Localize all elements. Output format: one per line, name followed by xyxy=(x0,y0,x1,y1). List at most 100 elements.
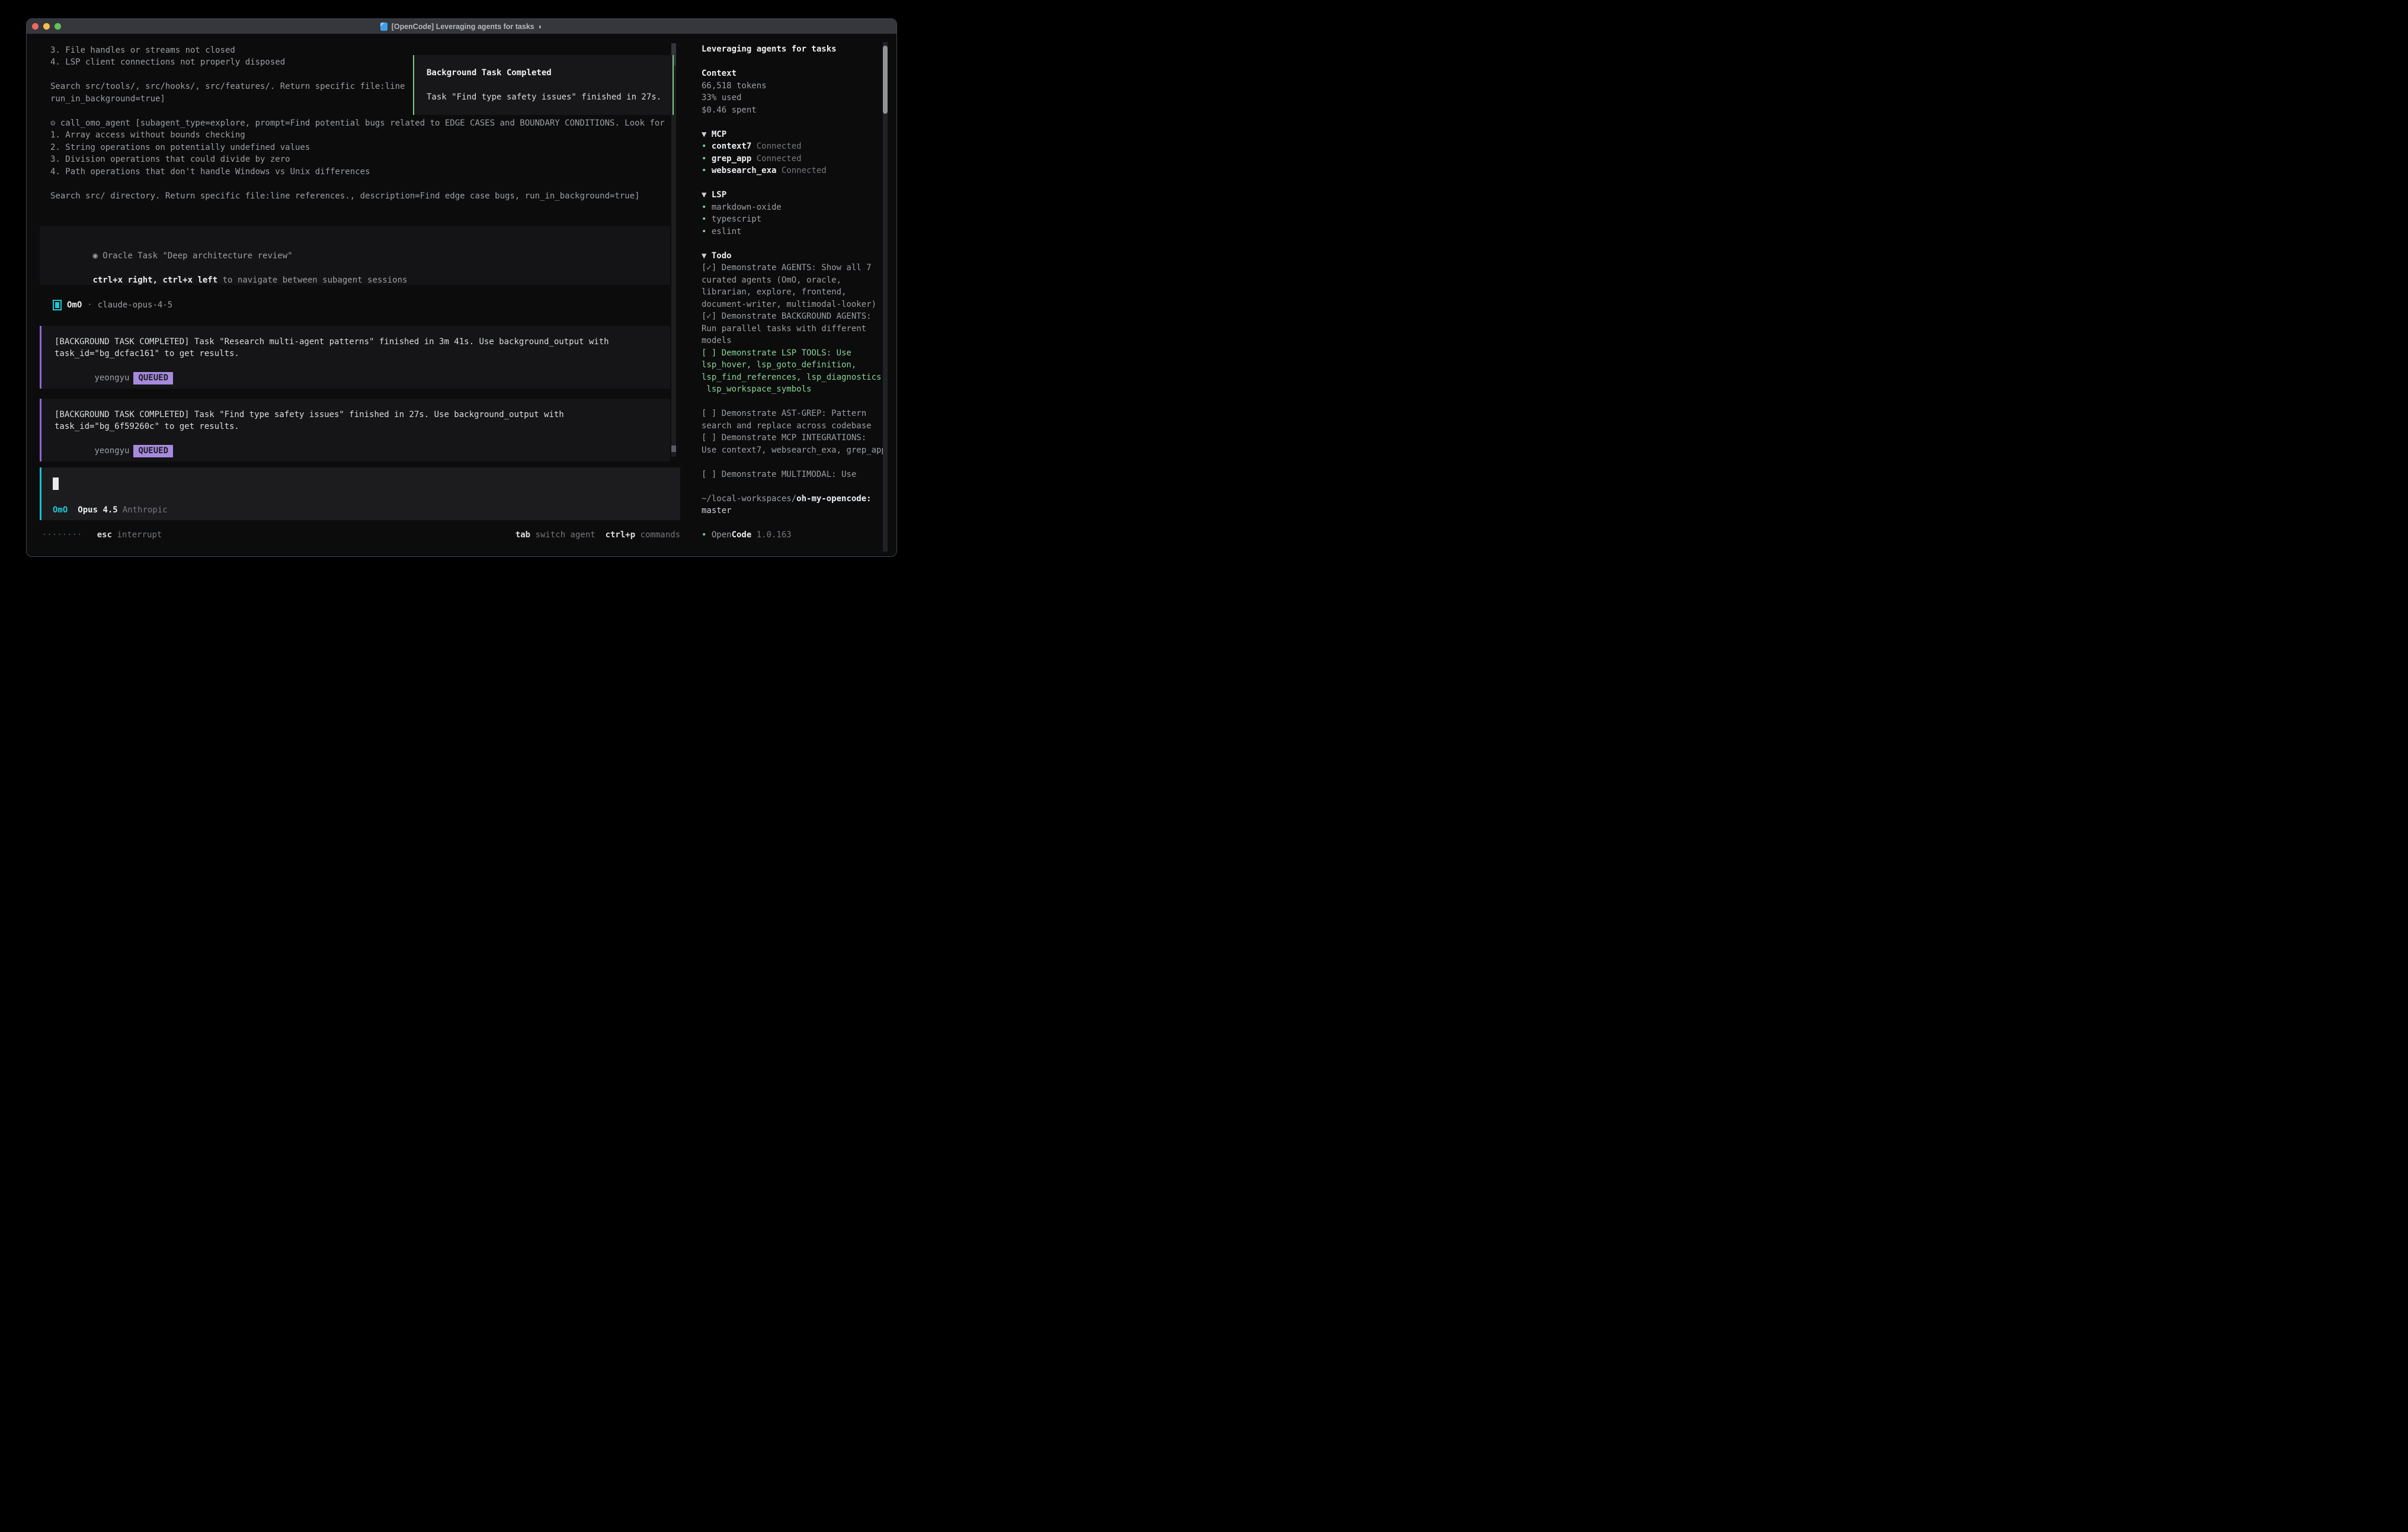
input-footer: OmO Opus 4.5 Anthropic xyxy=(53,504,680,517)
sidebar-scrollbar-thumb[interactable] xyxy=(883,46,888,114)
esc-key-label: interrupt xyxy=(112,530,162,540)
main-scrollbar-thumb[interactable] xyxy=(671,446,676,452)
sidebar-line: • typescript xyxy=(702,213,889,226)
sidebar-line: [ ] Demonstrate MCP INTEGRATIONS: xyxy=(702,432,889,444)
output-line: 1. Array access without bounds checking xyxy=(50,129,665,142)
user-label: yeongyu xyxy=(94,446,129,456)
sidebar-line: 33% used xyxy=(702,92,889,104)
oracle-task-label: Oracle Task "Deep architecture review" xyxy=(98,251,293,261)
output-line: 3. Division operations that could divide… xyxy=(50,153,665,166)
sidebar-line: • eslint xyxy=(702,226,889,238)
traffic-lights xyxy=(32,19,61,34)
app-window: [OpenCode] Leveraging agents for tasks ◐… xyxy=(26,18,897,557)
output-line: 2. String operations on potentially unde… xyxy=(50,142,665,154)
sidebar-line: search and replace across codebase xyxy=(702,420,889,432)
sidebar-line xyxy=(702,517,889,530)
ctrlp-key-hint: ctrl+p xyxy=(606,530,636,540)
terminal-content: 3. File handles or streams not closed 4. … xyxy=(27,34,896,556)
sidebar-line: [✓] Demonstrate AGENTS: Show all 7 xyxy=(702,262,889,274)
agent-name: OmO xyxy=(67,300,82,310)
separator-dot: · xyxy=(87,300,92,310)
task-message-line2: task_id="bg_dcfac161" to get results. xyxy=(55,348,670,360)
agent-model: claude-opus-4-5 xyxy=(98,300,172,310)
sidebar-line: Run parallel tasks with different xyxy=(702,323,889,335)
agent-session-header: OmO · claude-opus-4-5 xyxy=(53,299,172,311)
document-icon xyxy=(380,23,388,31)
oracle-icon: ◉ xyxy=(92,251,97,261)
sidebar-line xyxy=(702,480,889,493)
title-bar[interactable]: [OpenCode] Leveraging agents for tasks ◐ xyxy=(27,19,896,34)
task-completed-box: [BACKGROUND TASK COMPLETED] Task "Find t… xyxy=(40,399,670,461)
status-left: ········ esc interrupt xyxy=(42,529,162,541)
sidebar-line: [✓] Demonstrate BACKGROUND AGENTS: xyxy=(702,310,889,323)
output-line xyxy=(50,178,665,190)
task-completed-box: [BACKGROUND TASK COMPLETED] Task "Resear… xyxy=(40,326,670,389)
input-provider-name: Anthropic xyxy=(123,504,168,517)
status-bar: ········ esc interrupt tab switch agent … xyxy=(27,529,680,541)
sidebar-line: lsp_hover, lsp_goto_definition, xyxy=(702,359,889,371)
sidebar-line: • markdown-oxide xyxy=(702,201,889,214)
sidebar-line xyxy=(702,177,889,190)
sidebar-line: • context7 Connected xyxy=(702,140,889,153)
prompt-input[interactable]: OmO Opus 4.5 Anthropic xyxy=(40,467,680,520)
sidebar-line: ▼ MCP xyxy=(702,129,889,141)
sidebar-line xyxy=(702,456,889,469)
sidebar-line: [ ] Demonstrate LSP TOOLS: Use xyxy=(702,347,889,360)
sidebar-line: librarian, explore, frontend, xyxy=(702,286,889,299)
notification-body: Task "Find type safety issues" finished … xyxy=(427,91,664,104)
sidebar-line: master xyxy=(702,505,889,517)
input-agent-name: OmO xyxy=(53,504,68,517)
sidebar-line: Use context7, websearch_exa, grep_app xyxy=(702,444,889,457)
oracle-task-box: ◉ Oracle Task "Deep architecture review"… xyxy=(40,226,670,285)
sidebar-line: • OpenCode 1.0.163 xyxy=(702,529,889,541)
shortcut-description: to navigate between subagent sessions xyxy=(217,275,407,285)
sidebar-line: $0.46 spent xyxy=(702,104,889,117)
notification-title: Background Task Completed xyxy=(427,67,664,79)
progress-dots: ········ xyxy=(42,530,82,540)
task-message-line2: task_id="bg_6f59260c" to get results. xyxy=(55,421,670,433)
input-model-name: Opus 4.5 xyxy=(78,504,117,517)
sidebar-line: ~/local-workspaces/oh-my-opencode: xyxy=(702,493,889,505)
sidebar-scrollbar-track[interactable] xyxy=(883,42,888,552)
text-cursor xyxy=(53,477,59,490)
task-message-line1: [BACKGROUND TASK COMPLETED] Task "Find t… xyxy=(55,409,670,421)
window-title: [OpenCode] Leveraging agents for tasks xyxy=(392,23,534,31)
sidebar-line: • websearch_exa Connected xyxy=(702,165,889,177)
sidebar-line xyxy=(702,56,889,68)
sidebar-line: [ ] Demonstrate AST-GREP: Pattern xyxy=(702,408,889,420)
sidebar-line: models xyxy=(702,335,889,347)
sidebar-line: document-writer, multimodal-looker) xyxy=(702,299,889,311)
output-line: 3. File handles or streams not closed xyxy=(50,44,665,57)
ctrlp-key-label: commands xyxy=(635,530,680,540)
status-right: tab switch agent ctrl+p commands xyxy=(515,529,680,541)
session-indicator-icon: ◐ xyxy=(539,23,543,31)
sidebar-line: Context xyxy=(702,68,889,80)
output-line: ⚙ call_omo_agent [subagent_type=explore,… xyxy=(50,117,665,130)
agent-icon xyxy=(53,300,62,310)
task-message-line1: [BACKGROUND TASK COMPLETED] Task "Resear… xyxy=(55,336,670,348)
sidebar-line xyxy=(702,396,889,408)
output-line: Search src/ directory. Return specific f… xyxy=(50,190,665,203)
minimize-button[interactable] xyxy=(43,23,50,30)
tab-key-label: switch agent xyxy=(530,530,595,540)
sidebar-line: lsp_find_references, lsp_diagnostics, xyxy=(702,371,889,384)
queued-badge: QUEUED xyxy=(133,445,173,457)
sidebar-line: curated agents (OmO, oracle, xyxy=(702,274,889,287)
user-label: yeongyu xyxy=(94,373,129,383)
close-button[interactable] xyxy=(32,23,39,30)
esc-key-hint: esc xyxy=(97,530,112,540)
sidebar: Leveraging agents for tasks Context66,51… xyxy=(702,43,889,541)
zoom-button[interactable] xyxy=(55,23,61,30)
sidebar-line: lsp_workspace_symbols xyxy=(702,383,889,396)
sidebar-line xyxy=(702,238,889,250)
sidebar-line: [ ] Demonstrate MULTIMODAL: Use xyxy=(702,469,889,481)
sidebar-line xyxy=(702,116,889,129)
notification-box: Background Task Completed Task "Find typ… xyxy=(413,55,674,115)
output-line: 4. Path operations that don't handle Win… xyxy=(50,166,665,178)
sidebar-line: 66,518 tokens xyxy=(702,80,889,92)
tab-key-hint: tab xyxy=(515,530,530,540)
sidebar-line: Leveraging agents for tasks xyxy=(702,43,889,56)
sidebar-line: • grep_app Connected xyxy=(702,153,889,165)
shortcut-keys: ctrl+x right, ctrl+x left xyxy=(92,275,217,285)
queued-badge: QUEUED xyxy=(133,372,173,384)
